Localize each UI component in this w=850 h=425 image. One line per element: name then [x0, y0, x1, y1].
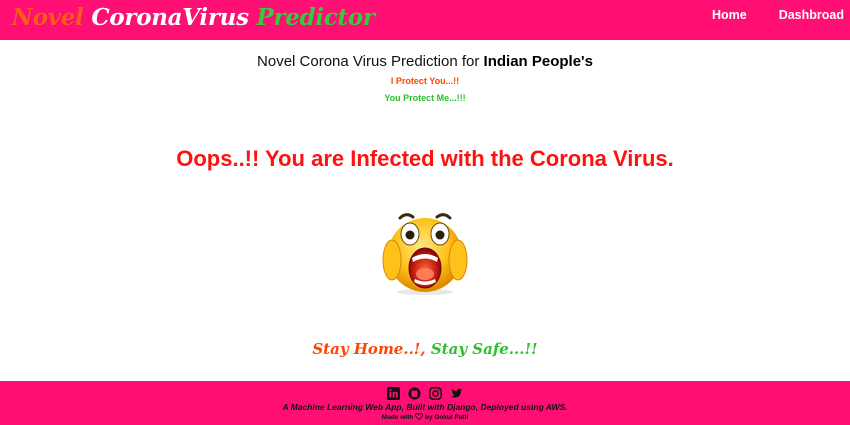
- made-with-text: Made with: [381, 414, 414, 421]
- nav-home-link[interactable]: Home: [712, 8, 747, 22]
- heading-prefix: Novel Corona Virus Prediction for: [257, 53, 484, 70]
- stay-safe-text: Stay Safe...!!: [430, 340, 538, 358]
- screaming-face-emoji-icon: [382, 213, 468, 295]
- social-links: [0, 387, 850, 400]
- stay-safe-message: Stay Home..!, Stay Safe...!!: [0, 340, 850, 358]
- author-text: by Gokul Patil: [424, 414, 469, 421]
- footer-description: A Machine Learning Web App, Built with D…: [282, 402, 568, 412]
- heart-icon: [415, 413, 424, 420]
- brand-word-novel: Novel: [12, 4, 84, 31]
- page-heading: Novel Corona Virus Prediction for Indian…: [0, 53, 850, 71]
- prediction-result: Oops..!! You are Infected with the Coron…: [176, 146, 674, 171]
- stay-home-text: Stay Home..!,: [312, 340, 426, 358]
- footer-credits: Made with by Gokul Patil: [0, 413, 850, 421]
- navbar: Novel CoronaVirus Predictor Home Dashbro…: [0, 0, 850, 40]
- main-content: Novel Corona Virus Prediction for Indian…: [0, 40, 850, 381]
- brand-word-coronavirus: CoronaVirus: [91, 4, 249, 31]
- github-icon[interactable]: [408, 387, 421, 400]
- heading-bold: Indian People's: [483, 53, 593, 70]
- brand-logo[interactable]: Novel CoronaVirus Predictor: [12, 1, 375, 35]
- tagline-protect-you: I Protect You...!!: [390, 76, 460, 86]
- twitter-icon[interactable]: [450, 387, 463, 400]
- instagram-icon[interactable]: [429, 387, 442, 400]
- nav-links: Home Dashbroad: [680, 0, 844, 30]
- linkedin-icon[interactable]: [387, 387, 400, 400]
- tagline-protect-me: You Protect Me...!!!: [384, 93, 466, 103]
- footer: A Machine Learning Web App, Built with D…: [0, 381, 850, 425]
- nav-dashboard-link[interactable]: Dashbroad: [779, 8, 844, 22]
- brand-word-predictor: Predictor: [256, 4, 375, 31]
